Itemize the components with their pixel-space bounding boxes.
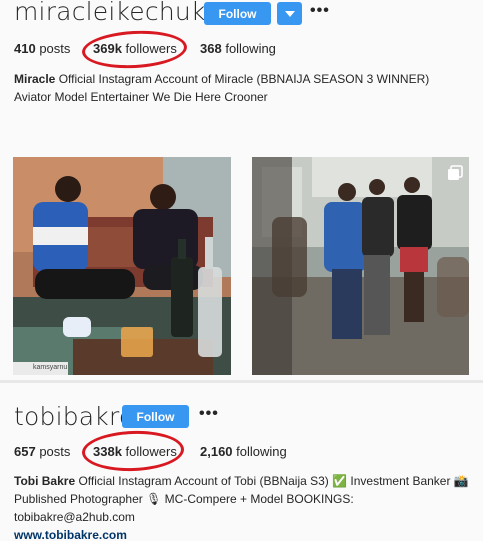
posts-number: 410 <box>14 41 36 56</box>
suggested-accounts-button[interactable] <box>277 2 302 25</box>
posts-label: posts <box>39 444 71 459</box>
multiple-photos-icon <box>448 165 463 180</box>
following-label: following <box>225 41 276 56</box>
website-link[interactable]: www.tobibakre.com <box>14 528 127 541</box>
posts-number: 657 <box>14 444 36 459</box>
follow-button[interactable]: Follow <box>204 2 271 25</box>
bio-text: Official Instagram Account of Miracle (B… <box>14 72 430 104</box>
more-options-button[interactable]: ••• <box>199 405 219 423</box>
post-thumbnail-1[interactable]: kamsyarnu <box>13 157 231 375</box>
more-options-button[interactable]: ••• <box>310 2 330 20</box>
posts-count: 657 posts <box>14 444 70 459</box>
posts-label: posts <box>39 41 71 56</box>
following-number: 2,160 <box>200 444 233 459</box>
profile-bio: Miracle Official Instagram Account of Mi… <box>14 70 444 106</box>
profile-tobibakre: tobibakre Follow ••• 657 posts 338k foll… <box>0 383 483 541</box>
following-number: 368 <box>200 41 222 56</box>
bio-text: Official Instagram Account of Tobi (BBNa… <box>14 474 469 524</box>
profile-bio: Tobi Bakre Official Instagram Account of… <box>14 472 474 541</box>
photo-two-men-seated <box>13 157 231 375</box>
annotation-circle <box>81 28 188 71</box>
following-count[interactable]: 2,160 following <box>200 444 287 459</box>
posts-count: 410 posts <box>14 41 70 56</box>
profile-username: tobibakre <box>14 402 135 431</box>
following-label: following <box>236 444 287 459</box>
post-thumbnail-2[interactable] <box>252 157 469 375</box>
following-count[interactable]: 368 following <box>200 41 276 56</box>
bio-name: Tobi Bakre <box>14 474 76 488</box>
follow-button[interactable]: Follow <box>122 405 189 428</box>
chevron-down-icon <box>284 10 295 17</box>
profile-miracleikechukwu: miracleikechukwu Follow ••• 410 posts 36… <box>0 0 483 381</box>
photo-watermark: kamsyarnu <box>33 364 68 371</box>
photo-group-walking <box>252 157 469 375</box>
bio-name: Miracle <box>14 72 56 86</box>
annotation-circle <box>81 429 185 473</box>
